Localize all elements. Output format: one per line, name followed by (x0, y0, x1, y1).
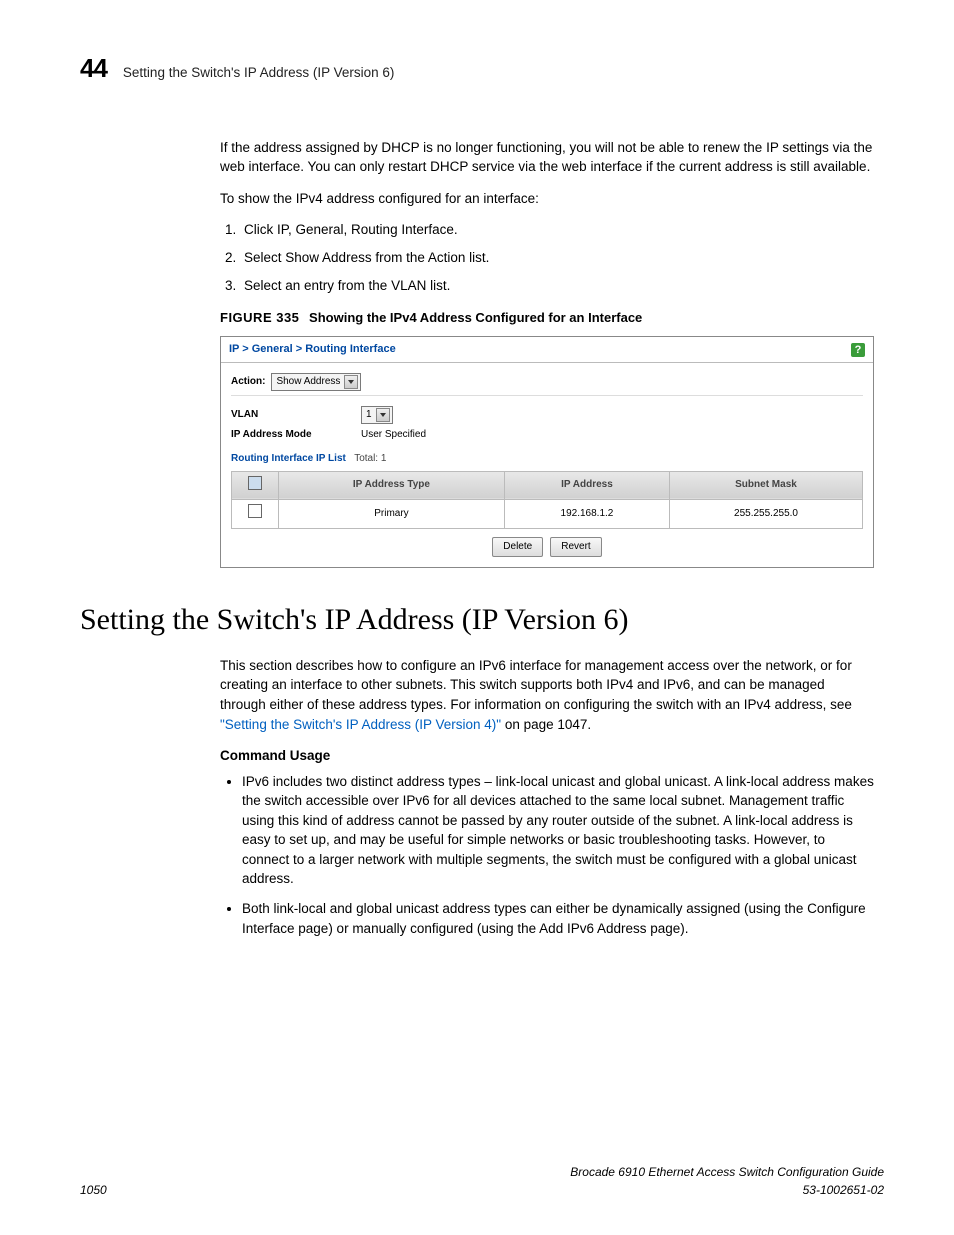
mode-value: User Specified (361, 428, 426, 443)
breadcrumb: IP > General > Routing Interface ? (221, 337, 873, 363)
col-ip-address: IP Address (504, 471, 669, 500)
ip-list-table: IP Address Type IP Address Subnet Mask P… (231, 471, 863, 529)
mode-label: IP Address Mode (231, 428, 361, 443)
select-all-checkbox[interactable] (248, 476, 262, 490)
chapter-title: Setting the Switch's IP Address (IP Vers… (123, 63, 394, 83)
page-header: 44 Setting the Switch's IP Address (IP V… (80, 50, 884, 88)
chevron-down-icon (344, 375, 358, 389)
figure-caption: FIGURE 335 Showing the IPv4 Address Conf… (220, 309, 874, 328)
chapter-number: 44 (80, 50, 107, 88)
paragraph: This section describes how to configure … (220, 656, 874, 734)
doc-id: 53-1002651-02 (570, 1182, 884, 1199)
action-label: Action: (231, 375, 265, 390)
bullet-item: IPv6 includes two distinct address types… (242, 772, 874, 889)
row-checkbox[interactable] (248, 504, 262, 518)
bullet-item: Both link-local and global unicast addre… (242, 899, 874, 938)
chevron-down-icon (376, 408, 390, 422)
command-usage-heading: Command Usage (220, 746, 874, 766)
vlan-label: VLAN (231, 408, 361, 423)
cross-reference-link[interactable]: "Setting the Switch's IP Address (IP Ver… (220, 717, 501, 732)
table-row: Primary 192.168.1.2 255.255.255.0 (232, 500, 863, 529)
action-select[interactable]: Show Address (271, 373, 361, 391)
step-item: Select Show Address from the Action list… (240, 248, 874, 268)
list-heading: Routing Interface IP List Total: 1 (231, 452, 863, 467)
help-icon[interactable]: ? (851, 343, 865, 357)
page-number: 1050 (80, 1182, 107, 1199)
page-footer: 1050 Brocade 6910 Ethernet Access Switch… (80, 1164, 884, 1199)
bullet-list: IPv6 includes two distinct address types… (242, 772, 874, 939)
step-item: Select an entry from the VLAN list. (240, 276, 874, 296)
vlan-select[interactable]: 1 (361, 406, 393, 424)
section-title: Setting the Switch's IP Address (IP Vers… (80, 598, 884, 642)
table-header-row: IP Address Type IP Address Subnet Mask (232, 471, 863, 500)
revert-button[interactable]: Revert (550, 537, 601, 558)
col-address-type: IP Address Type (279, 471, 505, 500)
delete-button[interactable]: Delete (492, 537, 543, 558)
paragraph: If the address assigned by DHCP is no lo… (220, 138, 874, 177)
figure-label: FIGURE 335 (220, 310, 299, 325)
vlan-value: 1 (366, 408, 372, 423)
breadcrumb-text: IP > General > Routing Interface (229, 342, 396, 358)
doc-title: Brocade 6910 Ethernet Access Switch Conf… (570, 1164, 884, 1181)
paragraph: To show the IPv4 address configured for … (220, 189, 874, 209)
figure-text: Showing the IPv4 Address Configured for … (309, 310, 642, 325)
step-item: Click IP, General, Routing Interface. (240, 220, 874, 240)
col-subnet-mask: Subnet Mask (669, 471, 862, 500)
action-value: Show Address (276, 375, 340, 390)
cell-ip: 192.168.1.2 (504, 500, 669, 529)
steps-list: Click IP, General, Routing Interface. Se… (240, 220, 874, 295)
cell-type: Primary (279, 500, 505, 529)
screenshot-panel: IP > General > Routing Interface ? Actio… (220, 336, 874, 568)
cell-mask: 255.255.255.0 (669, 500, 862, 529)
